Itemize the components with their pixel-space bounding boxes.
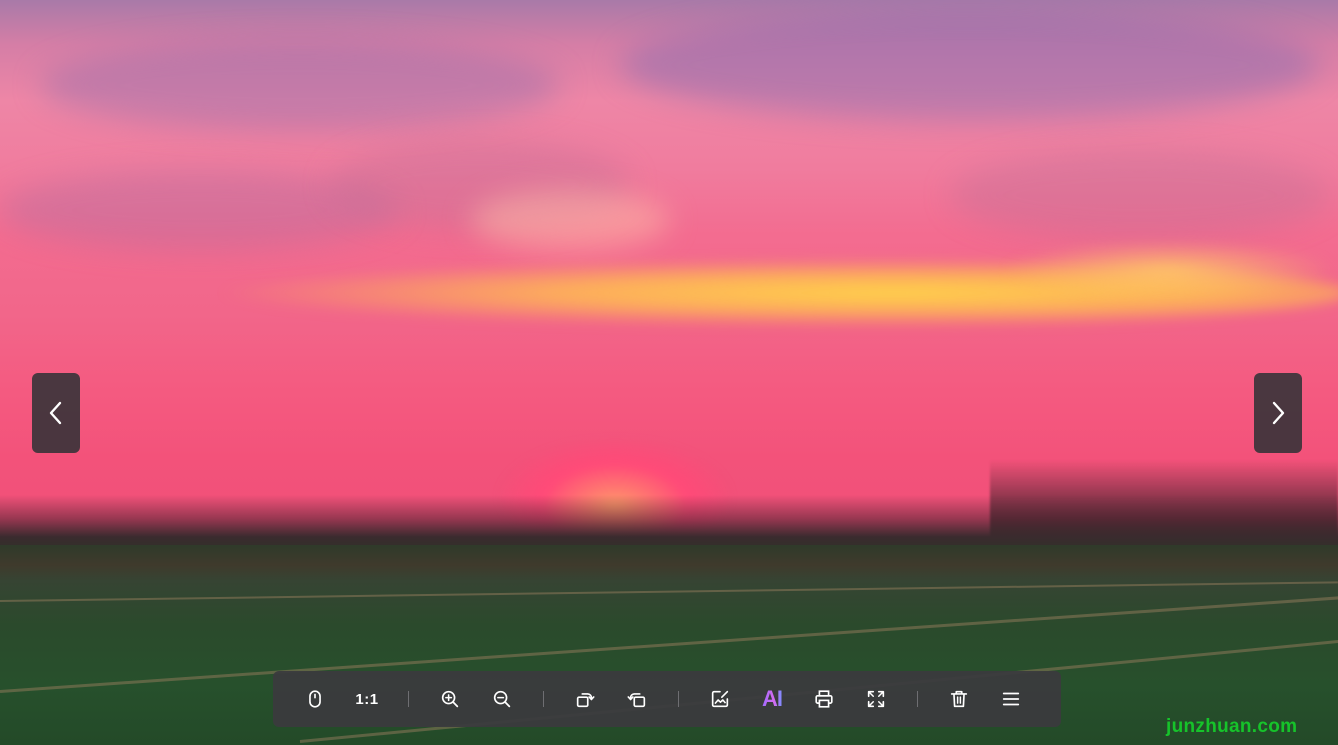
menu-icon <box>1002 692 1020 706</box>
zoom-out-button[interactable] <box>482 679 522 719</box>
toolbar-divider <box>543 691 544 707</box>
delete-button[interactable] <box>939 679 979 719</box>
toolbar-divider <box>917 691 918 707</box>
image-toolbar: 1:1 AI <box>273 671 1061 727</box>
fullscreen-button[interactable] <box>856 679 896 719</box>
zoom-in-button[interactable] <box>430 679 470 719</box>
ai-tools-button[interactable]: AI <box>752 679 792 719</box>
toolbar-divider <box>678 691 679 707</box>
chevron-right-icon <box>1272 401 1285 425</box>
mouse-icon <box>309 690 321 708</box>
print-button[interactable] <box>804 679 844 719</box>
zoom-in-icon <box>441 690 459 708</box>
rotate-right-button[interactable] <box>565 679 605 719</box>
edit-image-button[interactable] <box>700 679 740 719</box>
actual-size-button[interactable]: 1:1 <box>347 679 387 719</box>
next-image-button[interactable] <box>1254 373 1302 453</box>
site-watermark: junzhuan.com <box>1166 716 1298 737</box>
more-menu-button[interactable] <box>991 679 1031 719</box>
actual-size-icon: 1:1 <box>355 690 379 708</box>
zoom-out-icon <box>493 690 511 708</box>
delete-icon <box>950 690 968 708</box>
previous-image-button[interactable] <box>32 373 80 453</box>
mouse-mode-button[interactable] <box>295 679 335 719</box>
photo-canvas <box>0 0 1338 745</box>
rotate-left-button[interactable] <box>617 679 657 719</box>
fullscreen-icon <box>867 690 885 708</box>
print-icon <box>815 690 833 708</box>
rotate-left-icon <box>627 693 646 708</box>
chevron-left-icon <box>49 401 62 425</box>
edit-image-icon <box>711 690 729 708</box>
toolbar-divider <box>408 691 409 707</box>
ai-icon: AI <box>762 686 783 711</box>
rotate-right-icon <box>576 693 595 708</box>
